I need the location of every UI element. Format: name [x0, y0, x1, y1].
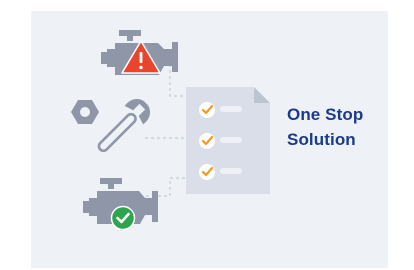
checklist-document-icon [186, 87, 270, 194]
nut-and-wrench-icon [71, 98, 151, 153]
headline-line-1: One Stop [287, 105, 364, 124]
headline-line-2: Solution [287, 130, 356, 149]
connector-lines [145, 64, 190, 197]
engine-warning-icon [101, 30, 178, 75]
one-stop-solution-banner: One Stop Solution [0, 0, 414, 270]
headline: One Stop Solution [287, 102, 397, 152]
engine-ok-icon [83, 178, 158, 231]
